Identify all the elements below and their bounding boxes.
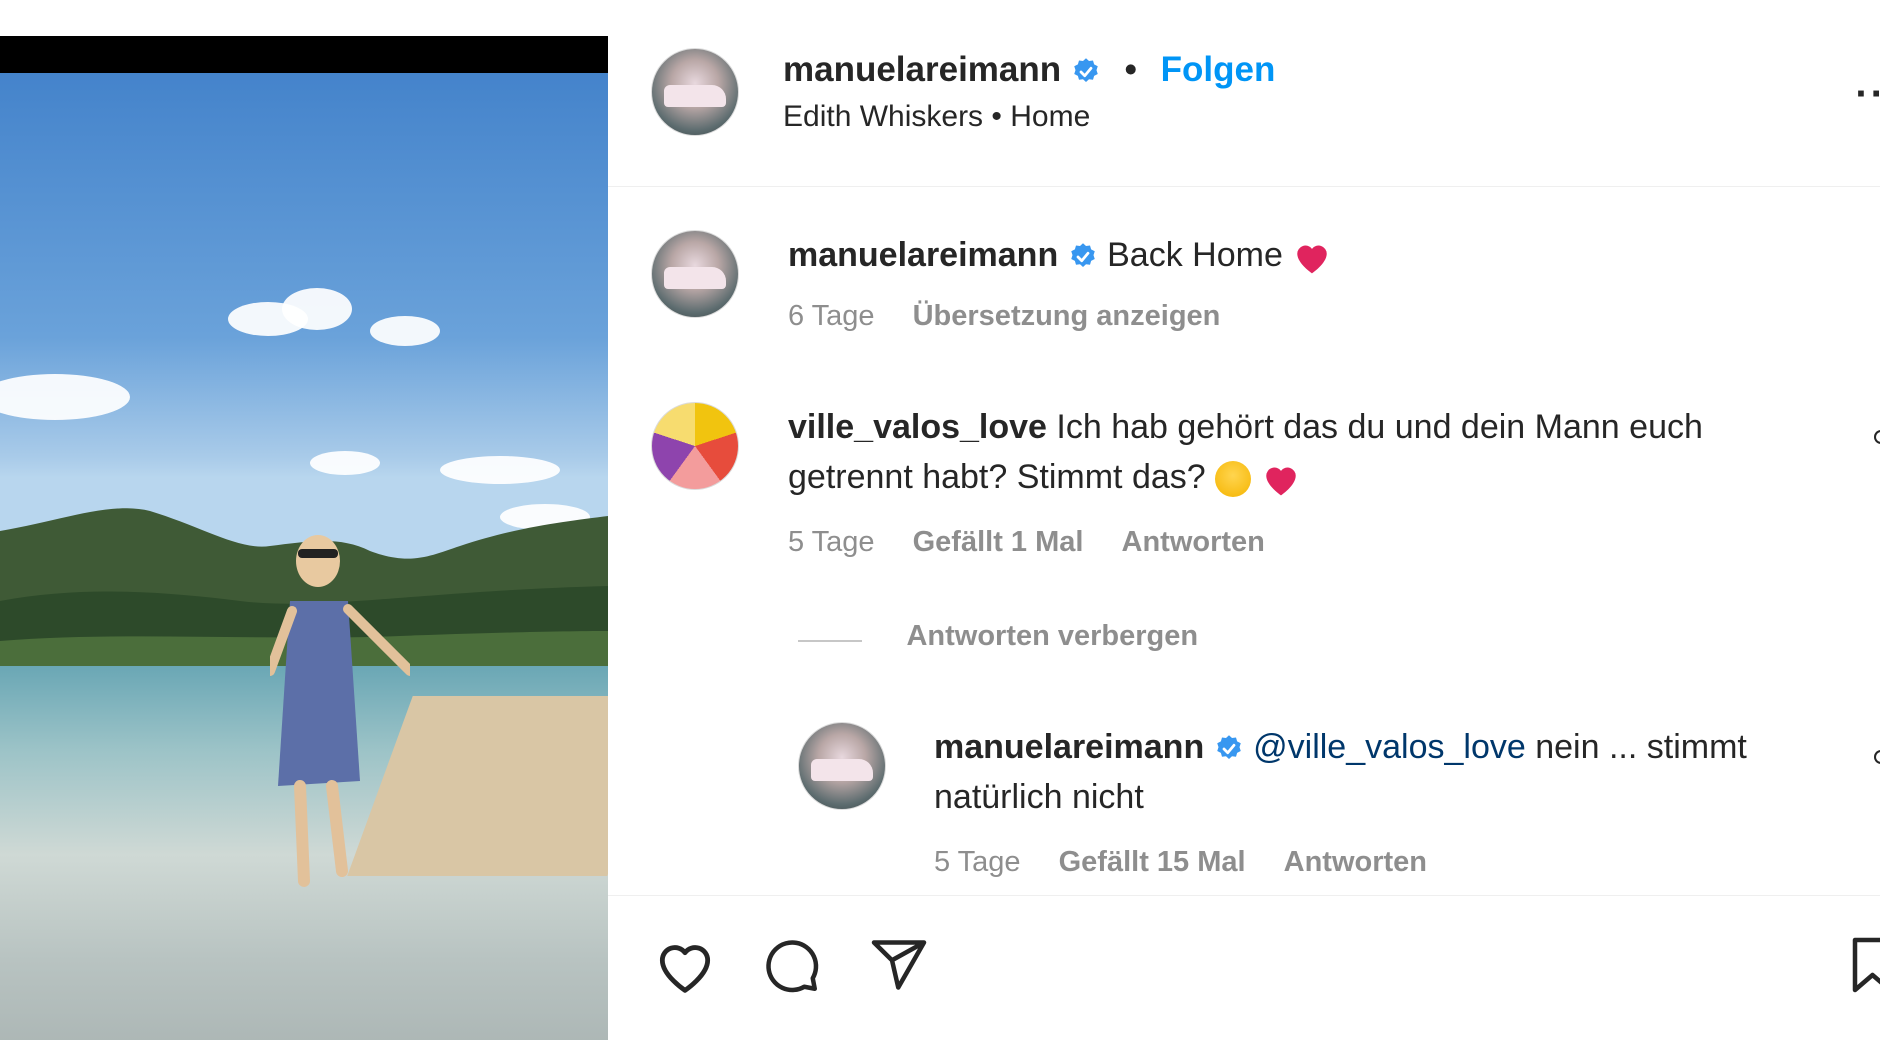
reply-item: manuelareimann @ville_valos_love nein ..… (608, 720, 1880, 890)
comment-age[interactable]: 5 Tage (788, 526, 875, 558)
verified-badge-icon (1070, 243, 1095, 268)
caption-username[interactable]: manuelareimann (788, 236, 1058, 274)
caption-block: manuelareimann Back Home 6 Tage Übersetz… (608, 226, 1880, 346)
reply-username[interactable]: manuelareimann (934, 728, 1204, 766)
crying-face-emoji-icon (1215, 461, 1252, 498)
comment-item: ville_valos_love Ich hab gehört das du u… (608, 400, 1880, 570)
caption-age[interactable]: 6 Tage (788, 300, 875, 332)
reply-meta: 5 Tage Gefällt 15 Mal Antworten (934, 846, 1457, 879)
follow-button[interactable]: Folgen (1161, 50, 1276, 89)
commenter-avatar[interactable] (651, 402, 739, 490)
cloud (370, 316, 440, 346)
post-header: manuelareimann • Folgen Edith Whiskers •… (608, 0, 1880, 186)
audio-name[interactable]: Edith Whiskers (783, 100, 983, 133)
header-subline: Edith Whiskers • Home (783, 100, 1090, 134)
reply-reply-button[interactable]: Antworten (1284, 846, 1427, 878)
hide-replies-toggle[interactable]: Antworten verbergen (798, 620, 1198, 660)
verified-badge-icon (1216, 735, 1241, 760)
reply-mention-link[interactable]: @ville_valos_love (1253, 728, 1526, 766)
share-icon[interactable] (868, 935, 930, 995)
verified-badge-icon (1074, 58, 1098, 82)
hide-replies-label: Antworten verbergen (906, 620, 1199, 652)
separator-dot: • (991, 100, 1011, 133)
author-username[interactable]: manuelareimann (783, 50, 1061, 89)
heart-icon[interactable] (653, 935, 717, 995)
cloud (440, 456, 560, 484)
show-translation-link[interactable]: Übersetzung anzeigen (913, 300, 1221, 332)
separator-dot: • (1124, 50, 1137, 89)
red-heart-emoji-icon (1265, 467, 1296, 496)
reply-age[interactable]: 5 Tage (934, 846, 1021, 878)
action-bar (608, 935, 1880, 995)
caption-meta: 6 Tage Übersetzung anzeigen (788, 300, 1250, 333)
reply-like-icon[interactable] (1874, 750, 1880, 764)
reply-text-block: manuelareimann @ville_valos_love nein ..… (934, 722, 1834, 822)
bookmark-icon[interactable] (1850, 935, 1880, 995)
comment-text-block: ville_valos_love Ich hab gehört das du u… (788, 402, 1828, 502)
comment-meta: 5 Tage Gefällt 1 Mal Antworten (788, 526, 1295, 559)
more-options-icon[interactable]: ·· (1855, 72, 1880, 117)
comment-likes[interactable]: Gefällt 1 Mal (913, 526, 1084, 558)
commenter-username[interactable]: ville_valos_love (788, 408, 1047, 446)
reply-author-avatar[interactable] (798, 722, 886, 810)
reply-likes[interactable]: Gefällt 15 Mal (1059, 846, 1246, 878)
comment-like-icon[interactable] (1874, 430, 1880, 444)
caption-text: Back Home (1107, 236, 1283, 274)
red-heart-emoji-icon (1297, 245, 1328, 274)
cloud (310, 451, 380, 475)
comment-icon[interactable] (760, 935, 822, 995)
woman-on-beach (270, 535, 410, 887)
post-detail-panel: manuelareimann • Folgen Edith Whiskers •… (608, 0, 1880, 1057)
author-avatar[interactable] (651, 48, 739, 136)
author-avatar[interactable] (651, 230, 739, 318)
replies-divider-line (798, 639, 862, 642)
cloud (0, 374, 130, 420)
comments-divider (608, 895, 1880, 896)
reply-button[interactable]: Antworten (1122, 526, 1265, 558)
post-photo[interactable] (0, 36, 608, 1040)
header-line: manuelareimann • Folgen (783, 50, 1275, 90)
cloud (282, 288, 352, 330)
caption-text-line: manuelareimann Back Home (788, 230, 1332, 280)
location-name[interactable]: Home (1010, 100, 1090, 133)
photo-letterbox-bar (0, 36, 608, 73)
header-divider (608, 186, 1880, 187)
